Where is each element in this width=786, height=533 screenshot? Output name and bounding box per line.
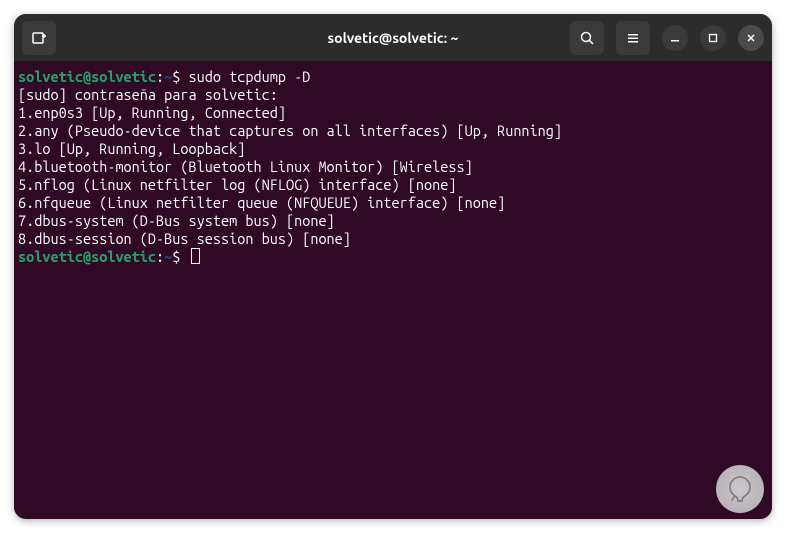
- prompt-line-1: solvetic@solvetic:~$ sudo tcpdump -D: [18, 68, 768, 86]
- output-line: 6.nfqueue (Linux netfilter queue (NFQUEU…: [18, 194, 768, 212]
- prompt-user: solvetic@solvetic: [18, 68, 156, 86]
- output-line: 1.enp0s3 [Up, Running, Connected]: [18, 104, 768, 122]
- terminal-window: solvetic@solvetic: ~: [14, 14, 772, 519]
- output-line: 7.dbus-system (D-Bus system bus) [none]: [18, 212, 768, 230]
- titlebar-right: [570, 21, 764, 55]
- prompt-line-2: solvetic@solvetic:~$: [18, 248, 768, 266]
- prompt-path: ~: [164, 248, 172, 266]
- window-title: solvetic@solvetic: ~: [328, 30, 459, 46]
- output-line: 3.lo [Up, Running, Loopback]: [18, 140, 768, 158]
- search-button[interactable]: [570, 21, 604, 55]
- terminal-body[interactable]: solvetic@solvetic:~$ sudo tcpdump -D [su…: [14, 62, 772, 272]
- new-tab-button[interactable]: [22, 21, 56, 55]
- output-line: 5.nflog (Linux netfilter log (NFLOG) int…: [18, 176, 768, 194]
- output-line: 8.dbus-session (D-Bus session bus) [none…: [18, 230, 768, 248]
- output-line: 2.any (Pseudo-device that captures on al…: [18, 122, 768, 140]
- prompt-symbol: $: [172, 248, 188, 266]
- titlebar-left: [22, 21, 56, 55]
- minimize-button[interactable]: [662, 25, 688, 51]
- watermark-logo: [716, 465, 764, 513]
- output-line: 4.bluetooth-monitor (Bluetooth Linux Mon…: [18, 158, 768, 176]
- prompt-separator: :: [156, 248, 164, 266]
- close-button[interactable]: [738, 25, 764, 51]
- menu-button[interactable]: [616, 21, 650, 55]
- prompt-separator: :: [156, 68, 164, 86]
- command-text: sudo tcpdump -D: [189, 68, 311, 86]
- output-line: [sudo] contraseña para solvetic:: [18, 86, 768, 104]
- prompt-symbol: $: [172, 68, 188, 86]
- titlebar: solvetic@solvetic: ~: [14, 14, 772, 62]
- maximize-button[interactable]: [700, 25, 726, 51]
- prompt-user: solvetic@solvetic: [18, 248, 156, 266]
- prompt-path: ~: [164, 68, 172, 86]
- cursor: [191, 248, 200, 264]
